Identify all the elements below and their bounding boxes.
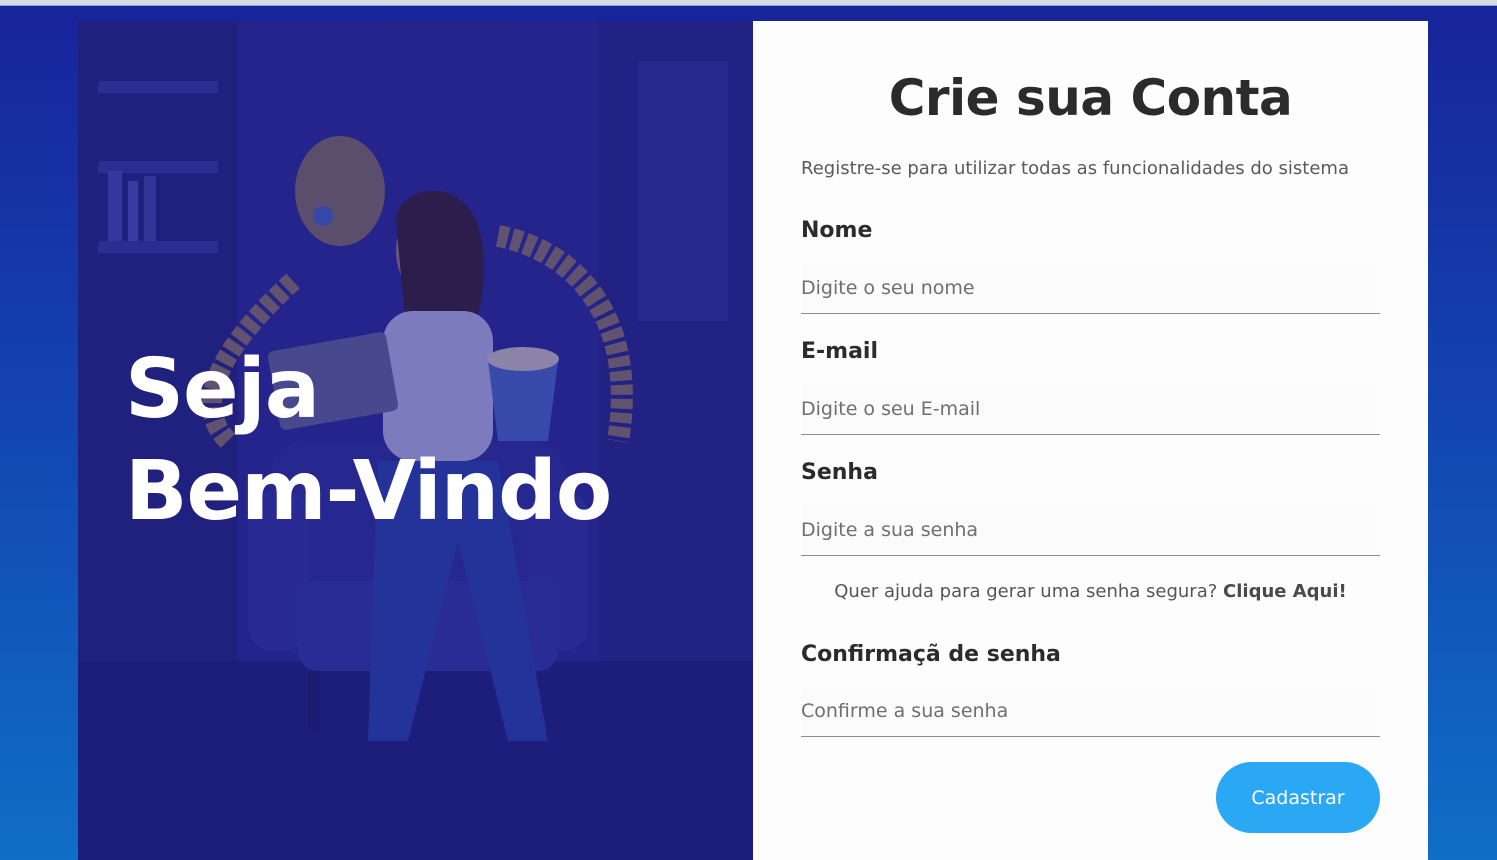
form-subtitle: Registre-se para utilizar todas as funci…	[801, 158, 1349, 179]
confirm-password-input[interactable]	[801, 685, 1380, 737]
submit-button[interactable]: Cadastrar	[1216, 762, 1380, 833]
password-help-text: Quer ajuda para gerar uma senha segura?	[834, 581, 1224, 602]
hero-panel: Seja Bem-Vindo	[78, 21, 753, 860]
welcome-heading-line1: Seja	[125, 342, 320, 437]
password-input[interactable]	[801, 504, 1380, 556]
welcome-heading-line2: Bem-Vindo	[125, 444, 612, 539]
password-help: Quer ajuda para gerar uma senha segura? …	[753, 581, 1428, 602]
password-label: Senha	[801, 460, 878, 485]
email-input[interactable]	[801, 383, 1380, 435]
signup-card: Seja Bem-Vindo Crie sua Conta Registre-s…	[78, 21, 1428, 860]
name-input[interactable]	[801, 262, 1380, 314]
email-label: E-mail	[801, 339, 879, 364]
confirm-password-label: Confirmaçã de senha	[801, 642, 1061, 667]
browser-top-strip	[0, 0, 1497, 6]
welcome-heading: Seja Bem-Vindo	[125, 339, 612, 543]
name-label: Nome	[801, 218, 873, 243]
password-help-link[interactable]: Clique Aqui!	[1223, 581, 1347, 602]
signup-form: Crie sua Conta Registre-se para utilizar…	[753, 21, 1428, 860]
form-title: Crie sua Conta	[888, 69, 1293, 127]
